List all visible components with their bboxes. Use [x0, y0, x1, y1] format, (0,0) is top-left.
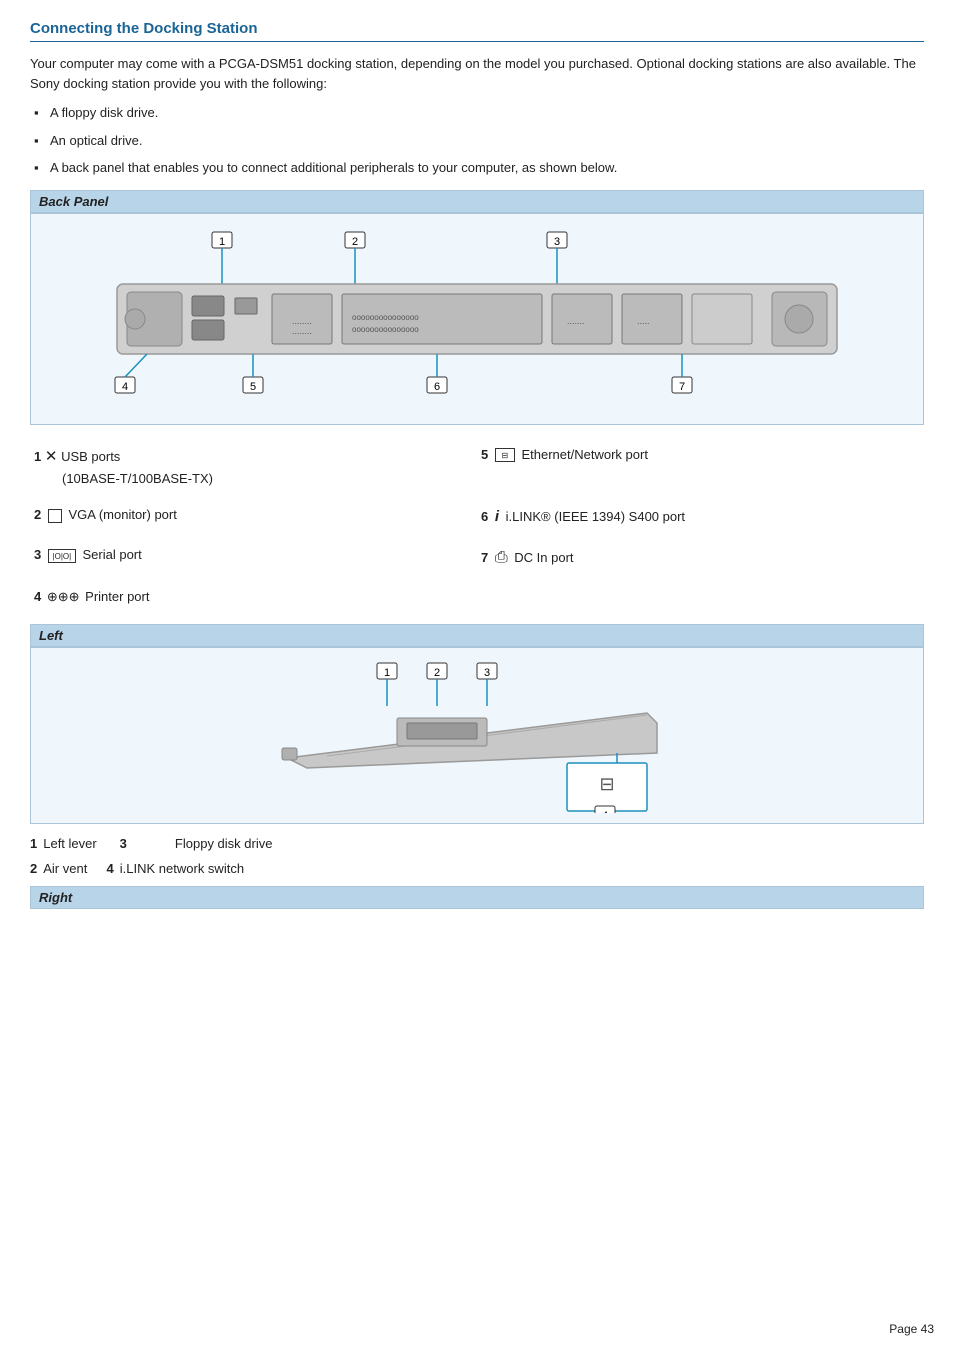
- svg-text:⊟: ⊟: [599, 774, 614, 794]
- svg-text:ooooooooooooooo: ooooooooooooooo: [352, 325, 419, 334]
- dc-icon: ⊕⊕⊕: [47, 589, 80, 604]
- svg-text:3: 3: [554, 236, 560, 248]
- feature-list: A floppy disk drive. An optical drive. A…: [30, 103, 924, 178]
- bullet-1: A floppy disk drive.: [30, 103, 924, 123]
- port-4-text: Printer port: [85, 589, 149, 604]
- bullet-2: An optical drive.: [30, 131, 924, 151]
- port-4-number: 4: [34, 589, 41, 604]
- svg-text:ooooooooooooooo: ooooooooooooooo: [352, 313, 419, 322]
- port-5-label: 5 ⊟ Ethernet/Network port: [477, 437, 924, 498]
- svg-text:........: ........: [292, 316, 312, 326]
- left-panel-diagram: 1 2 3 ⊟: [30, 647, 924, 824]
- left-label-row-1: 1 Left lever 3 Floppy disk drive: [30, 836, 924, 851]
- left-label-row-2: 2 Air vent 4 i.LINK network switch: [30, 861, 924, 876]
- right-panel-header: Right: [30, 886, 924, 909]
- port-1-label: 1 ✕ USB ports (10BASE-T/100BASE-TX): [30, 437, 477, 498]
- svg-text:3: 3: [484, 667, 490, 679]
- port-7-number: 7: [481, 550, 488, 565]
- left-labels: 1 Left lever 3 Floppy disk drive 2 Air v…: [30, 836, 924, 876]
- port-3-number: 3: [34, 547, 41, 562]
- left-num-3: 3: [120, 836, 127, 851]
- left-label-3: Floppy disk drive: [175, 836, 273, 851]
- left-label-1: Left lever: [43, 836, 96, 851]
- svg-text:5: 5: [250, 381, 256, 393]
- port-1-sub: (10BASE-T/100BASE-TX): [34, 471, 213, 486]
- svg-text:2: 2: [352, 236, 358, 248]
- port-5-text: Ethernet/Network port: [521, 447, 647, 462]
- port-6-label: 6 i i.LINK® (IEEE 1394) S400 port: [477, 497, 924, 537]
- port-2-number: 2: [34, 507, 41, 522]
- port-6-text: i.LINK® (IEEE 1394) S400 port: [506, 509, 685, 524]
- port-4-label: 4 ⊕⊕⊕ Printer port: [30, 579, 477, 616]
- svg-text:4: 4: [122, 381, 128, 393]
- left-num-1: 1: [30, 836, 37, 851]
- left-num-4: 4: [107, 861, 114, 876]
- printer-icon: ⎙: [495, 549, 508, 566]
- svg-text:1: 1: [219, 236, 225, 248]
- svg-text:.....: .....: [637, 316, 650, 326]
- svg-text:6: 6: [434, 381, 440, 393]
- vga-icon: [48, 509, 62, 523]
- serial-icon: |O|O|: [48, 549, 76, 563]
- ilink-icon: i: [495, 508, 499, 525]
- port-2-label: 2 VGA (monitor) port: [30, 497, 477, 537]
- port-1-number: 1: [34, 449, 41, 464]
- port-7-label: 7 ⎙ DC In port: [477, 537, 924, 579]
- bullet-3: A back panel that enables you to connect…: [30, 158, 924, 178]
- port-labels: 1 ✕ USB ports (10BASE-T/100BASE-TX) 5 ⊟ …: [30, 437, 924, 616]
- page-title: Connecting the Docking Station: [30, 20, 924, 42]
- left-panel-svg: 1 2 3 ⊟: [41, 658, 913, 813]
- port-empty: [477, 579, 924, 616]
- left-num-2: 2: [30, 861, 37, 876]
- svg-text:2: 2: [434, 667, 440, 679]
- svg-text:.......: .......: [567, 316, 585, 326]
- left-label-2: Air vent: [43, 861, 87, 876]
- port-7-text: DC In port: [514, 550, 573, 565]
- svg-text:1: 1: [384, 667, 390, 679]
- port-6-number: 6: [481, 509, 488, 524]
- svg-text:........: ........: [292, 326, 312, 336]
- page-number: Page 43: [889, 1322, 934, 1336]
- port-3-label: 3 |O|O| Serial port: [30, 537, 477, 579]
- port-5-number: 5: [481, 447, 488, 462]
- usb-icon: ✕: [45, 448, 58, 465]
- svg-text:4: 4: [602, 810, 608, 813]
- back-panel-svg: 1 2 3 ........ ........: [41, 224, 913, 414]
- port-1-text: USB ports: [61, 449, 120, 464]
- eth-icon: ⊟: [495, 448, 515, 462]
- port-3-text: Serial port: [82, 547, 141, 562]
- back-panel-diagram-area: 1 2 3 ........ ........: [30, 213, 924, 425]
- intro-text: Your computer may come with a PCGA-DSM51…: [30, 54, 924, 93]
- back-panel-header: Back Panel: [30, 190, 924, 213]
- port-2-text: VGA (monitor) port: [68, 507, 176, 522]
- left-panel-header: Left: [30, 624, 924, 647]
- left-label-4: i.LINK network switch: [120, 861, 244, 876]
- svg-text:7: 7: [679, 381, 685, 393]
